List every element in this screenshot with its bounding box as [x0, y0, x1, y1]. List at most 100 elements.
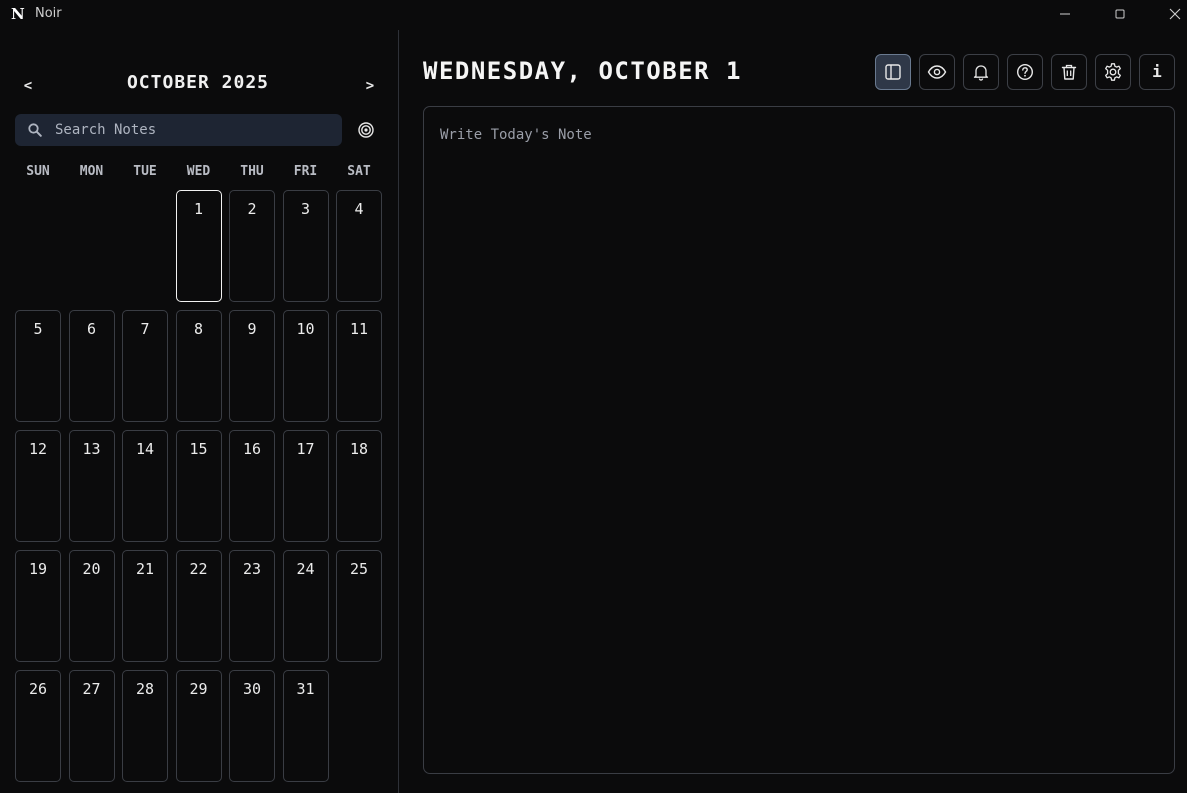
close-icon [1169, 8, 1181, 20]
title-bar: N Noir [0, 0, 1187, 30]
weekday-tue: TUE [133, 164, 157, 179]
day-cell-28[interactable]: 28 [122, 670, 168, 782]
target-icon[interactable] [356, 120, 376, 140]
day-number: 29 [189, 680, 208, 698]
day-cell-2[interactable]: 2 [229, 190, 275, 302]
day-number: 21 [135, 560, 155, 578]
calendar-grid: 1 2 3 4 5 6 7 8 9 10 11 12 13 14 15 16 17 18 19 20 21 22 23 24 2… [15, 190, 382, 782]
day-cell-29[interactable]: 29 [175, 670, 222, 782]
info-icon: i [1152, 62, 1162, 81]
search-input[interactable] [55, 114, 335, 146]
day-cell-17[interactable]: 17 [282, 430, 329, 542]
day-number: 15 [189, 440, 208, 458]
day-number: 23 [242, 560, 262, 578]
search-icon [28, 123, 42, 137]
day-cell-6[interactable]: 6 [68, 310, 115, 422]
eye-icon [927, 65, 947, 79]
sidebar-toggle-icon [885, 64, 901, 80]
day-number: 3 [300, 200, 311, 218]
toggle-sidebar-button[interactable] [875, 54, 911, 90]
bell-icon [973, 65, 989, 81]
sidebar: < OCTOBER 2025 > SUN MON TUE WED THU FRI SAT 1… [0, 30, 398, 793]
help-button[interactable] [1007, 54, 1043, 90]
day-number: 27 [82, 680, 101, 698]
day-cell-4[interactable]: 4 [336, 190, 382, 302]
app-logo-icon: N [11, 5, 25, 23]
day-cell-11[interactable]: 11 [336, 310, 382, 422]
day-cell-24[interactable]: 24 [282, 550, 329, 662]
day-number: 25 [349, 560, 369, 578]
day-cell-30[interactable]: 30 [229, 670, 275, 782]
prev-month-button[interactable]: < [18, 76, 38, 96]
info-button[interactable]: i [1139, 54, 1175, 90]
gear-icon [1105, 63, 1121, 81]
day-cell-12[interactable]: 12 [15, 430, 61, 542]
month-title: OCTOBER 2025 [126, 72, 270, 93]
day-cell-23[interactable]: 23 [229, 550, 275, 662]
day-number: 8 [193, 320, 204, 338]
maximize-button[interactable] [1097, 0, 1143, 28]
day-number: 18 [349, 440, 369, 458]
weekday-sun: SUN [26, 164, 50, 179]
app-title: Noir [35, 6, 62, 21]
day-cell-13[interactable]: 13 [68, 430, 115, 542]
day-cell-26[interactable]: 26 [15, 670, 61, 782]
day-cell-27[interactable]: 27 [68, 670, 115, 782]
day-cell-3[interactable]: 3 [282, 190, 329, 302]
delete-button[interactable] [1051, 54, 1087, 90]
day-cell-15[interactable]: 15 [175, 430, 222, 542]
day-number: 28 [135, 680, 155, 698]
day-number: 26 [28, 680, 48, 698]
day-number: 4 [354, 200, 364, 218]
day-cell-14[interactable]: 14 [122, 430, 168, 542]
next-month-button[interactable]: > [360, 76, 380, 96]
day-number: 19 [28, 560, 48, 578]
maximize-icon [1115, 9, 1125, 19]
day-number: 10 [296, 320, 315, 338]
search-box [15, 114, 342, 146]
weekday-thu: THU [240, 164, 264, 179]
weekday-mon: MON [79, 164, 104, 179]
sidebar-divider [398, 30, 399, 793]
weekday-wed: WED [186, 164, 211, 179]
note-textarea[interactable] [440, 127, 1150, 747]
day-number: 11 [349, 320, 369, 338]
day-number: 13 [82, 440, 101, 458]
minimize-button[interactable] [1042, 0, 1088, 28]
day-number: 30 [242, 680, 262, 698]
day-number: 2 [247, 200, 257, 218]
day-number: 1 [193, 200, 204, 218]
day-cell-25[interactable]: 25 [336, 550, 382, 662]
close-button[interactable] [1152, 0, 1187, 28]
day-cell-8[interactable]: 8 [175, 310, 222, 422]
day-number: 6 [86, 320, 97, 338]
preview-button[interactable] [919, 54, 955, 90]
day-number: 9 [247, 320, 257, 338]
day-number: 17 [296, 440, 315, 458]
day-cell-5[interactable]: 5 [15, 310, 61, 422]
day-cell-18[interactable]: 18 [336, 430, 382, 542]
day-cell-22[interactable]: 22 [175, 550, 222, 662]
day-number: 5 [33, 320, 43, 338]
day-cell-7[interactable]: 7 [122, 310, 168, 422]
weekday-header: SUN MON TUE WED THU FRI SAT [15, 164, 382, 180]
day-cell-16[interactable]: 16 [229, 430, 275, 542]
day-number: 7 [140, 320, 150, 338]
trash-icon [1061, 64, 1077, 80]
day-cell-19[interactable]: 19 [15, 550, 61, 662]
day-cell-20[interactable]: 20 [68, 550, 115, 662]
note-editor [423, 106, 1175, 774]
reminder-button[interactable] [963, 54, 999, 90]
day-number: 24 [296, 560, 315, 578]
day-cell-31[interactable]: 31 [282, 670, 329, 782]
settings-button[interactable] [1095, 54, 1131, 90]
weekday-fri: FRI [293, 164, 318, 179]
day-cell-9[interactable]: 9 [229, 310, 275, 422]
day-cell-10[interactable]: 10 [282, 310, 329, 422]
date-heading: WEDNESDAY, OCTOBER 1 [423, 57, 742, 85]
day-cell-21[interactable]: 21 [122, 550, 168, 662]
day-number: 14 [135, 440, 155, 458]
day-number: 16 [242, 440, 262, 458]
day-number: 20 [82, 560, 101, 578]
day-cell-1[interactable]: 1 [175, 190, 222, 302]
